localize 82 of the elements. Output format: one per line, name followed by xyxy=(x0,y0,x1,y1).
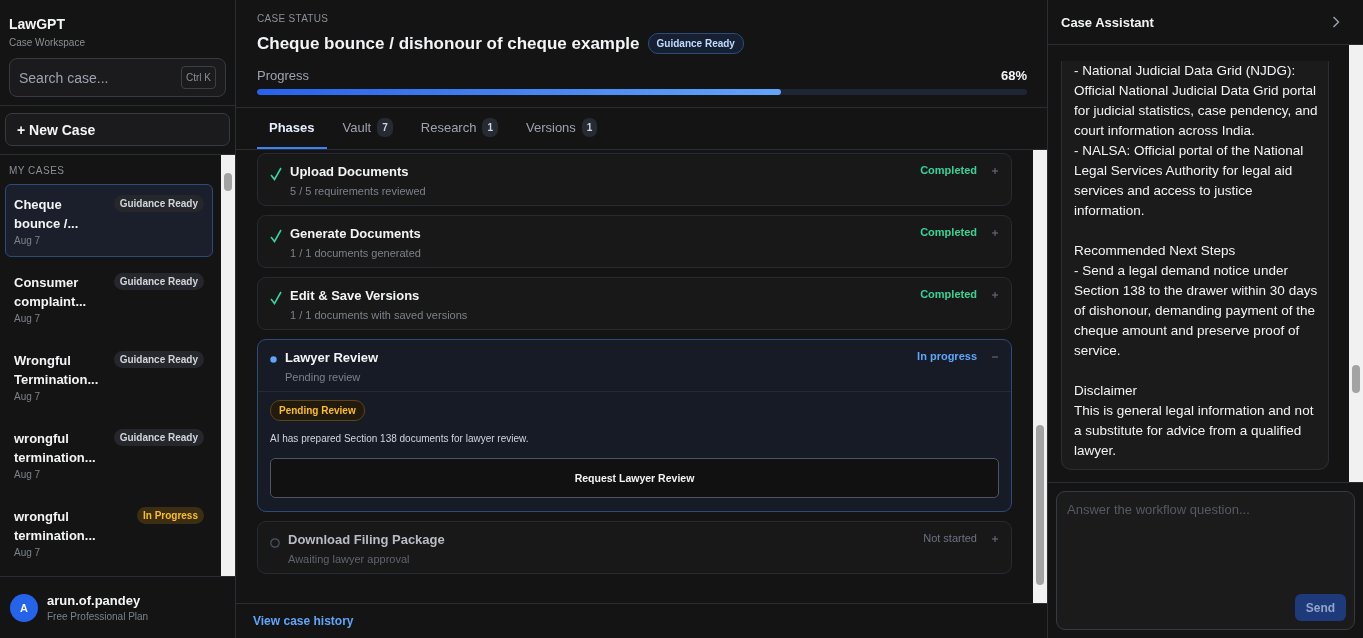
phase-detail: Awaiting lawyer approval xyxy=(288,553,411,565)
phase-status: Completed xyxy=(920,288,977,300)
chevron-right-icon[interactable] xyxy=(1332,16,1340,28)
case-title: wrongful termination... xyxy=(14,430,97,467)
phase-detail: 1 / 1 documents with saved versions xyxy=(290,309,469,321)
case-title: Cheque bounce /... xyxy=(14,196,80,233)
user-name: arun.of.pandey xyxy=(47,593,142,608)
phase-title: Generate Documents xyxy=(290,226,422,241)
phase-detail: 1 / 1 documents generated xyxy=(290,247,422,259)
message-text: Recommended Next Steps xyxy=(1074,242,1237,260)
case-item[interactable]: Wrongful Termination... Aug 7 Guidance Ready xyxy=(5,340,213,413)
status-badge: Guidance Ready xyxy=(113,273,204,290)
message-text: - Send a legal demand notice under Section 138 to the drawer within 30 days of dishonour, demanding payment of the cheque amount and preserve proof of service. xyxy=(1074,262,1319,360)
scrollbar[interactable] xyxy=(1349,45,1363,482)
section-heading: MY CASES xyxy=(8,165,66,176)
phase-title: Lawyer Review xyxy=(285,350,380,365)
phase-status: Completed xyxy=(920,164,977,176)
user-plan: Free Professional Plan xyxy=(47,611,149,622)
scrollbar[interactable] xyxy=(1033,150,1047,603)
case-title: Wrongful Termination... xyxy=(14,352,100,389)
send-button[interactable]: Send xyxy=(1295,594,1346,621)
phase-title: Edit & Save Versions xyxy=(290,288,421,303)
case-title: wrongful termination... xyxy=(14,508,97,545)
status-badge: Guidance Ready xyxy=(113,351,204,368)
app-subtitle: Case Workspace xyxy=(9,37,86,48)
tab[interactable]: Phases xyxy=(257,108,327,149)
panel-title: Case Assistant xyxy=(1061,14,1154,30)
section-label: CASE STATUS xyxy=(257,13,330,24)
collapse-icon[interactable] xyxy=(991,353,999,361)
message-text: Disclaimer xyxy=(1074,382,1138,400)
expand-icon[interactable] xyxy=(991,167,999,175)
expand-icon[interactable] xyxy=(991,229,999,237)
expand-icon[interactable] xyxy=(991,535,999,543)
search-input[interactable]: Search case... xyxy=(19,59,181,96)
status-badge: Guidance Ready xyxy=(113,429,204,446)
status-badge: Guidance Ready xyxy=(113,195,204,212)
case-date: Aug 7 xyxy=(14,469,42,480)
case-item[interactable]: wrongful termination... Aug 7 In Progress xyxy=(5,496,213,569)
progress-label: Progress xyxy=(257,68,310,83)
shortcut-hint: Ctrl K xyxy=(181,66,216,89)
case-title: Cheque bounce / dishonour of cheque example xyxy=(257,33,640,54)
scrollbar[interactable] xyxy=(221,155,235,576)
phase-title: Download Filing Package xyxy=(288,532,446,547)
message-text: - NALSA: Official portal of the National Legal Services Authority for legal aid services and access to justice information. xyxy=(1074,142,1305,220)
phase-status: Completed xyxy=(920,226,977,238)
case-item[interactable]: wrongful termination... Aug 7 Guidance Ready xyxy=(5,418,213,491)
tab[interactable]: Vault 7 xyxy=(330,108,405,149)
new-case-button[interactable]: + New Case xyxy=(5,113,230,146)
phase-note: AI has prepared Section 138 documents for lawyer review. xyxy=(270,433,530,444)
case-item[interactable]: Cheque bounce /... Aug 7 Guidance Ready xyxy=(5,184,213,257)
tab[interactable]: Research 1 xyxy=(408,108,510,149)
message-text: This is general legal information and not a substitute for advice from a qualified lawyer. xyxy=(1074,402,1315,460)
check-icon xyxy=(270,229,282,243)
status-badge: Guidance Ready xyxy=(647,33,744,54)
case-date: Aug 7 xyxy=(14,235,42,246)
case-date: Aug 7 xyxy=(14,313,42,324)
phase-detail: 5 / 5 requirements reviewed xyxy=(290,185,427,197)
case-history-link[interactable]: View case history xyxy=(253,614,354,628)
progress-value: 68% xyxy=(1000,68,1027,83)
phase-status: Not started xyxy=(923,532,977,544)
check-icon xyxy=(270,167,282,181)
circle-icon xyxy=(270,538,280,548)
status-badge: In Progress xyxy=(136,507,204,524)
phase-title: Upload Documents xyxy=(290,164,410,179)
case-title: Consumer complaint... xyxy=(14,274,88,311)
tab[interactable]: Versions 1 xyxy=(514,108,610,149)
case-item[interactable]: Consumer complaint... Aug 7 Guidance Ready xyxy=(5,262,213,335)
message-text: - National Judicial Data Grid (NJDG): Official National Judicial Data Grid portal for judicial statistics, case pendency, and court information across India. xyxy=(1074,62,1319,140)
check-icon xyxy=(270,291,282,305)
answer-field[interactable]: Answer the workflow question... Send xyxy=(1056,491,1355,630)
answer-input[interactable]: Answer the workflow question... xyxy=(1067,502,1346,594)
status-badge: Pending Review xyxy=(270,400,365,421)
app-title: LawGPT xyxy=(9,16,66,32)
phase-detail: Pending review xyxy=(285,371,362,383)
case-date: Aug 7 xyxy=(14,547,42,558)
expand-icon[interactable] xyxy=(991,291,999,299)
request-review-button[interactable]: Request Lawyer Review xyxy=(270,458,999,498)
avatar: A xyxy=(10,593,38,622)
dot-icon xyxy=(270,356,277,363)
search-field[interactable]: Search case... Ctrl K xyxy=(9,58,226,97)
case-date: Aug 7 xyxy=(14,391,42,402)
phase-status: In progress xyxy=(917,350,977,362)
